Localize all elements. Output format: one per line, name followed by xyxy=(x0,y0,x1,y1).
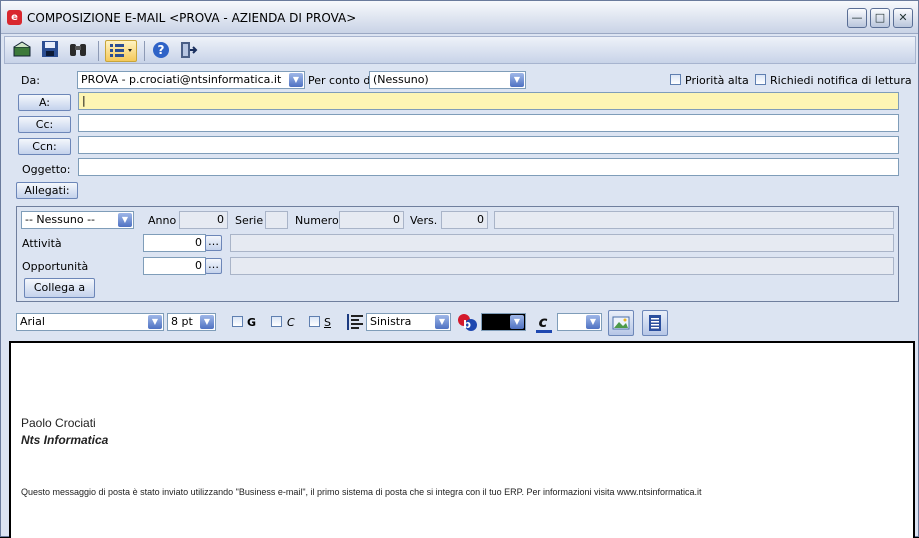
opportunita-lookup-button[interactable]: … xyxy=(205,258,222,274)
ccn-button[interactable]: Ccn: xyxy=(18,138,71,155)
back-color-icon: c xyxy=(533,312,555,334)
compose-window: e COMPOSIZIONE E-MAIL <PROVA - AZIENDA D… xyxy=(0,0,919,538)
attivita-input[interactable]: 0 xyxy=(143,234,206,252)
insert-image-icon[interactable] xyxy=(608,310,634,336)
svg-text:?: ? xyxy=(158,43,165,57)
align-left-icon xyxy=(345,312,365,332)
chevron-down-icon[interactable]: ▼ xyxy=(510,73,524,87)
chevron-down-icon[interactable]: ▼ xyxy=(510,315,524,329)
notifica-checkbox[interactable] xyxy=(755,74,766,85)
svg-text:c: c xyxy=(539,313,548,331)
opportunita-description-field xyxy=(230,257,894,275)
vers-field: 0 xyxy=(441,211,488,229)
serie-field xyxy=(265,211,288,229)
footer-disclaimer: Questo messaggio di posta è stato inviat… xyxy=(21,487,702,497)
da-label: Da: xyxy=(21,74,40,87)
back-color-select[interactable]: ▼ xyxy=(557,313,602,331)
chevron-down-icon[interactable]: ▼ xyxy=(148,315,162,329)
per-conto-label: Per conto di xyxy=(308,74,374,87)
chevron-down-icon[interactable]: ▼ xyxy=(118,213,132,227)
font-select[interactable]: Arial ▼ xyxy=(16,313,164,331)
signature-company: Nts Informatica xyxy=(21,433,109,447)
priorita-checkbox[interactable] xyxy=(670,74,681,85)
help-icon[interactable]: ? xyxy=(150,40,172,62)
collega-button[interactable]: Collega a xyxy=(24,278,95,298)
minimize-button[interactable]: — xyxy=(847,8,867,28)
notifica-label: Richiedi notifica di lettura xyxy=(770,74,912,87)
close-button[interactable]: ✕ xyxy=(893,8,913,28)
attivita-label: Attività xyxy=(22,237,62,250)
list-menu-icon[interactable] xyxy=(105,40,137,62)
attivita-lookup-button[interactable]: … xyxy=(205,235,222,251)
chevron-down-icon[interactable]: ▼ xyxy=(586,315,600,329)
a-input[interactable]: | xyxy=(78,92,899,110)
app-icon: e xyxy=(7,10,22,25)
a-button[interactable]: A: xyxy=(18,94,71,111)
fore-color-select[interactable]: ▼ xyxy=(481,313,526,331)
attivita-description-field xyxy=(230,234,894,252)
underline-label: S xyxy=(324,316,331,329)
underline-checkbox[interactable] xyxy=(309,316,320,327)
per-conto-select[interactable]: (Nessuno) ▼ xyxy=(369,71,526,89)
bold-label: G xyxy=(247,316,257,329)
toolbar: ? xyxy=(4,36,916,64)
bold-checkbox[interactable] xyxy=(232,316,243,327)
anno-field: 0 xyxy=(179,211,228,229)
oggetto-input[interactable] xyxy=(78,158,899,176)
oggetto-label: Oggetto: xyxy=(22,163,71,176)
opportunita-label: Opportunità xyxy=(22,260,89,273)
maximize-button[interactable]: □ xyxy=(870,8,890,28)
anno-label: Anno xyxy=(148,214,177,227)
numero-label: Numero xyxy=(295,214,339,227)
exit-icon[interactable] xyxy=(177,40,199,62)
document-description-field xyxy=(494,211,894,229)
fore-color-icon: b xyxy=(457,312,479,334)
align-select[interactable]: Sinistra ▼ xyxy=(366,313,451,331)
cc-input[interactable] xyxy=(78,114,899,132)
link-panel: -- Nessuno -- ▼ Anno 0 Serie Numero 0 Ve… xyxy=(16,206,899,302)
italic-label: C xyxy=(287,316,295,329)
vers-label: Vers. xyxy=(410,214,438,227)
window-title: COMPOSIZIONE E-MAIL <PROVA - AZIENDA DI … xyxy=(27,11,357,25)
chevron-down-icon[interactable]: ▼ xyxy=(289,73,303,87)
numero-field: 0 xyxy=(339,211,404,229)
document-type-select[interactable]: -- Nessuno -- ▼ xyxy=(21,211,134,229)
binoculars-icon[interactable] xyxy=(67,40,89,62)
ccn-input[interactable] xyxy=(78,136,899,154)
title-bar: e COMPOSIZIONE E-MAIL <PROVA - AZIENDA D… xyxy=(1,1,918,34)
allegati-button[interactable]: Allegati: xyxy=(16,182,78,199)
chevron-down-icon[interactable]: ▼ xyxy=(435,315,449,329)
size-select[interactable]: 8 pt ▼ xyxy=(167,313,216,331)
italic-checkbox[interactable] xyxy=(271,316,282,327)
document-icon[interactable] xyxy=(642,310,668,336)
chevron-down-icon[interactable]: ▼ xyxy=(200,315,214,329)
da-select[interactable]: PROVA - p.crociati@ntsinformatica.it ▼ xyxy=(77,71,305,89)
serie-label: Serie xyxy=(235,214,264,227)
signature-name: Paolo Crociati xyxy=(21,416,96,430)
format-toolbar: Arial ▼ 8 pt ▼ G C S Sinistra ▼ b ▼ c ▼ xyxy=(1,308,918,338)
message-body-editor[interactable]: Paolo Crociati Nts Informatica Questo me… xyxy=(9,341,915,538)
svg-text:b: b xyxy=(463,318,471,331)
cc-button[interactable]: Cc: xyxy=(18,116,71,133)
opportunita-input[interactable]: 0 xyxy=(143,257,206,275)
save-icon[interactable] xyxy=(39,40,61,62)
send-icon[interactable] xyxy=(11,40,33,62)
priorita-label: Priorità alta xyxy=(685,74,749,87)
